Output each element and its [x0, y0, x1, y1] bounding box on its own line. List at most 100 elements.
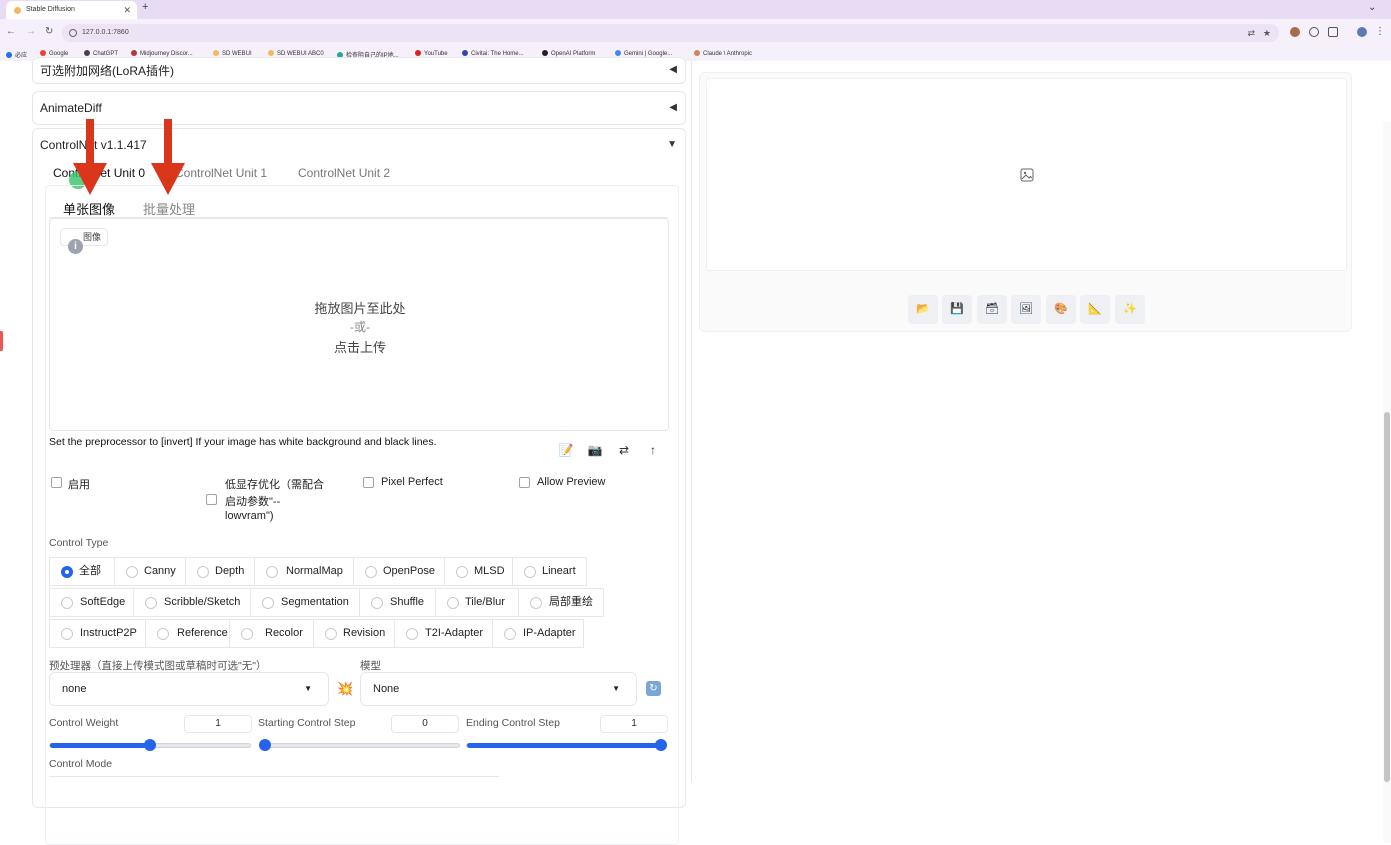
- back-icon[interactable]: ←: [6, 26, 16, 37]
- history-icon[interactable]: [1309, 27, 1319, 37]
- control-type-option[interactable]: Reference: [145, 619, 230, 648]
- lora-accordion[interactable]: 可选附加网络(LoRA插件) ◀: [32, 57, 686, 84]
- refresh-models-icon[interactable]: ↻: [646, 681, 661, 696]
- control-type-option[interactable]: Canny: [114, 557, 186, 586]
- end-step-slider[interactable]: [466, 739, 667, 751]
- expand-down-icon[interactable]: ▼: [667, 139, 677, 150]
- model-value: None: [373, 683, 400, 695]
- control-type-option[interactable]: Tile/Blur: [435, 588, 519, 617]
- slider-thumb[interactable]: [655, 739, 667, 751]
- extension-icon[interactable]: [1290, 27, 1300, 37]
- bookmark-item[interactable]: OpenAI Platform: [542, 50, 595, 57]
- control-type-option[interactable]: Lineart: [512, 557, 587, 586]
- control-type-option[interactable]: Segmentation: [250, 588, 360, 617]
- ruler-icon[interactable]: 📐: [1080, 295, 1110, 324]
- save-icon[interactable]: 💾: [942, 295, 972, 324]
- start-step-input[interactable]: 0: [391, 715, 459, 733]
- image-label-chip: i 图像: [60, 228, 108, 254]
- bookmark-item[interactable]: Civitai: The Home...: [462, 50, 524, 57]
- control-type-option[interactable]: NormalMap: [254, 557, 354, 586]
- bookmark-item[interactable]: 必应: [6, 50, 27, 59]
- slider-fill: [50, 743, 150, 748]
- dropdown-caret-icon: ▼: [304, 684, 312, 693]
- control-type-option[interactable]: SoftEdge: [49, 588, 134, 617]
- animatediff-accordion[interactable]: AnimateDiff ◀: [32, 91, 686, 125]
- tab-single-image[interactable]: 单张图像: [63, 199, 115, 218]
- new-tab-icon[interactable]: +: [142, 1, 148, 13]
- edit-icon[interactable]: 📝: [552, 437, 580, 463]
- tab-batch[interactable]: 批量处理: [143, 199, 195, 218]
- control-type-option[interactable]: 局部重绘: [518, 588, 604, 617]
- bookmark-item[interactable]: ChatGPT: [84, 50, 118, 57]
- zip-icon[interactable]: 🗃: [977, 295, 1007, 324]
- control-type-option[interactable]: 全部: [49, 557, 115, 586]
- allow-preview-checkbox[interactable]: [519, 477, 530, 488]
- preprocessor-value: none: [62, 683, 87, 695]
- bookmark-item[interactable]: Claude \ Anthropic: [694, 50, 752, 57]
- control-type-option[interactable]: Recolor: [229, 619, 314, 648]
- page-scrollbar[interactable]: [1383, 122, 1391, 843]
- bookmark-item[interactable]: Midjourney Discor...: [131, 50, 193, 57]
- swap-icon[interactable]: ⇄: [610, 437, 638, 463]
- send-dimensions-icon[interactable]: ↑: [639, 437, 667, 463]
- camera-icon[interactable]: 📷: [581, 437, 609, 463]
- site-info-icon[interactable]: [69, 29, 77, 37]
- start-step-slider[interactable]: [259, 739, 460, 751]
- browser-tab[interactable]: Stable Diffusion ✕: [6, 1, 137, 19]
- extensions-puzzle-icon[interactable]: [1328, 27, 1338, 37]
- drop-text: 拖放图片至此处: [314, 301, 406, 316]
- control-type-option[interactable]: Revision: [313, 619, 395, 648]
- scrollbar-thumb[interactable]: [1384, 412, 1390, 782]
- model-select[interactable]: None ▼: [360, 672, 637, 706]
- folder-icon[interactable]: 📂: [908, 295, 938, 324]
- control-type-option[interactable]: IP-Adapter: [492, 619, 584, 648]
- bookmark-item[interactable]: YouTube: [415, 50, 448, 57]
- reload-icon[interactable]: ↻: [45, 26, 53, 37]
- control-type-option[interactable]: InstructP2P: [49, 619, 146, 648]
- accordion-title: AnimateDiff: [40, 101, 102, 115]
- control-weight-slider[interactable]: [49, 739, 251, 751]
- pixel-perfect-checkbox[interactable]: [363, 477, 374, 488]
- end-step-input[interactable]: 1: [600, 715, 668, 733]
- slider-thumb[interactable]: [259, 739, 271, 751]
- bookmark-item[interactable]: Gemini | Google...: [615, 50, 672, 57]
- radio-selected-icon: [61, 566, 73, 578]
- lowvram-label-3: lowvram"): [225, 510, 274, 522]
- profile-avatar-icon[interactable]: [1357, 27, 1367, 37]
- side-handle[interactable]: [0, 331, 3, 351]
- tab-unit-2[interactable]: ControlNet Unit 2: [298, 166, 390, 180]
- browser-menu-icon[interactable]: ⋮: [1375, 26, 1385, 37]
- control-type-option[interactable]: OpenPose: [353, 557, 445, 586]
- control-weight-input[interactable]: 1: [184, 715, 252, 733]
- control-mode-label: Control Mode: [49, 758, 113, 770]
- close-tab-icon[interactable]: ✕: [123, 1, 131, 19]
- url-field[interactable]: 127.0.0.1:7860 ⇄ ★: [62, 24, 1279, 42]
- translate-icon[interactable]: ⇄: [1247, 24, 1255, 42]
- image-upload-dropzone[interactable]: i 图像 拖放图片至此处 -或- 点击上传: [49, 218, 669, 431]
- control-type-option[interactable]: Scribble/Sketch: [133, 588, 251, 617]
- run-preprocessor-icon[interactable]: 💥: [337, 681, 353, 697]
- preprocessor-select[interactable]: none ▼: [49, 672, 329, 706]
- control-type-option[interactable]: Depth: [185, 557, 255, 586]
- sparkle-icon[interactable]: ✨: [1115, 295, 1145, 324]
- control-type-option[interactable]: MLSD: [444, 557, 513, 586]
- control-weight-label: Control Weight: [49, 717, 119, 729]
- bookmark-item[interactable]: SD WEBUI: [213, 50, 252, 57]
- lowvram-checkbox[interactable]: [206, 494, 217, 505]
- control-type-option[interactable]: T2I-Adapter: [394, 619, 493, 648]
- collapse-left-icon: ◀: [669, 102, 677, 113]
- bookmark-item[interactable]: Google: [40, 50, 68, 57]
- bookmark-star-icon[interactable]: ★: [1263, 24, 1271, 42]
- enable-checkbox[interactable]: [51, 477, 62, 488]
- palette-icon[interactable]: 🎨: [1046, 295, 1076, 324]
- forward-icon[interactable]: →: [26, 26, 36, 37]
- control-mode-options[interactable]: [49, 776, 499, 782]
- control-type-option[interactable]: Shuffle: [359, 588, 436, 617]
- slider-thumb[interactable]: [144, 739, 156, 751]
- image-icon[interactable]: 🖼: [1011, 295, 1041, 324]
- click-upload-text: 点击上传: [333, 340, 386, 355]
- annotation-arrow-icon: [73, 119, 107, 195]
- window-menu-icon[interactable]: ⌄: [1368, 2, 1376, 13]
- bookmark-item[interactable]: SD WEBUI ABC0: [268, 50, 324, 57]
- tab-unit-1[interactable]: ControlNet Unit 1: [175, 166, 267, 180]
